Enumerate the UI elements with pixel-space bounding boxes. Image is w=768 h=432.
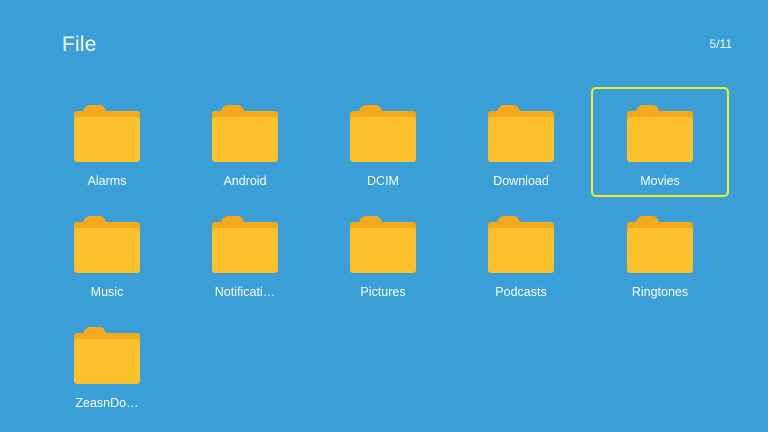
folder-tile-dcim[interactable]: DCIM: [314, 87, 452, 197]
folder-label: Android: [223, 174, 267, 188]
folder-tile-notifications[interactable]: Notificati…: [176, 198, 314, 308]
folder-tile-pictures[interactable]: Pictures: [314, 198, 452, 308]
folder-label: ZeasnDo…: [75, 396, 139, 410]
folder-tile-download[interactable]: Download: [452, 87, 590, 197]
folder-label: Ringtones: [631, 285, 689, 299]
folder-icon: [349, 212, 417, 274]
folder-icon: [487, 101, 555, 163]
page-title: File: [62, 33, 97, 56]
folder-icon: [626, 101, 694, 163]
folder-icon: [73, 101, 141, 163]
folder-label: Pictures: [360, 285, 406, 299]
folder-icon: [349, 101, 417, 163]
folder-tile-music[interactable]: Music: [38, 198, 176, 308]
folder-tile-podcasts[interactable]: Podcasts: [452, 198, 590, 308]
folder-icon: [487, 212, 555, 274]
folder-label: Music: [90, 285, 124, 299]
folder-tile-alarms[interactable]: Alarms: [38, 87, 176, 197]
folder-grid: Alarms Android DCIM Download Movies Musi…: [38, 87, 738, 423]
folder-label: Movies: [640, 174, 680, 188]
folder-label: Notificati…: [214, 285, 276, 299]
folder-tile-movies[interactable]: Movies: [591, 87, 729, 197]
folder-tile-zeasndo[interactable]: ZeasnDo…: [38, 309, 176, 419]
folder-icon: [73, 212, 141, 274]
page-counter: 5/11: [709, 37, 732, 51]
folder-icon: [73, 323, 141, 385]
folder-tile-android[interactable]: Android: [176, 87, 314, 197]
folder-label: DCIM: [367, 174, 399, 188]
folder-label: Download: [493, 174, 549, 188]
folder-label: Alarms: [87, 174, 127, 188]
folder-icon: [211, 101, 279, 163]
folder-icon: [626, 212, 694, 274]
folder-icon: [211, 212, 279, 274]
folder-tile-ringtones[interactable]: Ringtones: [591, 198, 729, 308]
folder-label: Podcasts: [495, 285, 547, 299]
